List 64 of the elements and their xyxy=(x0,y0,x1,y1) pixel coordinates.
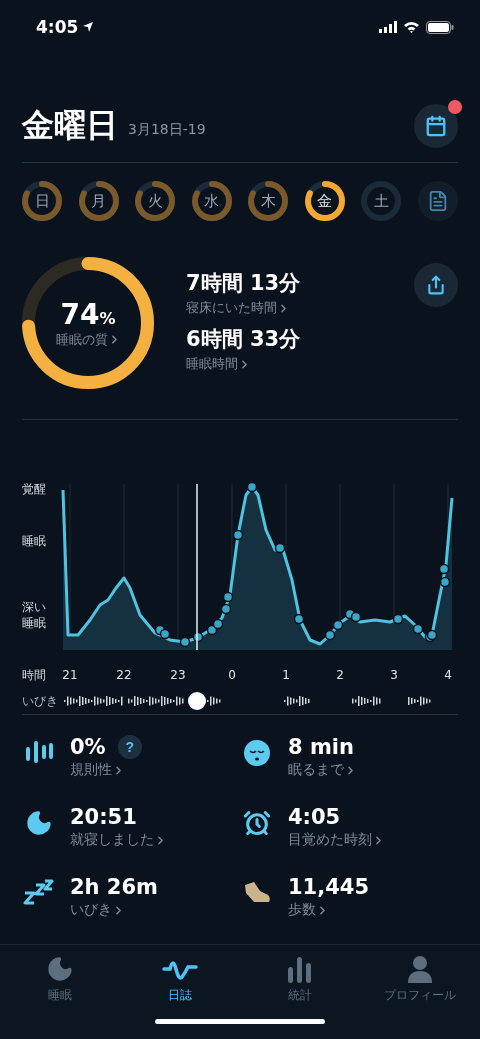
day-ring[interactable]: 火 xyxy=(135,181,176,221)
metric-link[interactable]: 眠るまで xyxy=(288,761,357,779)
quality-percent: 74% xyxy=(60,297,116,331)
y-axis-label: 睡眠 xyxy=(22,534,47,550)
hour-label: 3 xyxy=(390,668,398,682)
sleepy-face-icon xyxy=(243,739,271,767)
page-title: 金曜日 xyxy=(22,105,118,146)
bars-icon xyxy=(24,739,54,763)
playhead-handle[interactable] xyxy=(187,691,207,711)
snore-icon xyxy=(23,879,55,907)
moon-icon xyxy=(25,809,53,837)
metric-link[interactable]: 就寝しました xyxy=(70,831,167,849)
metric-value: 4:05 xyxy=(288,805,341,829)
tab[interactable]: 統計 xyxy=(240,945,360,1039)
metric-value: 11,445 xyxy=(288,875,370,899)
metric-value: 2h 26m xyxy=(70,875,158,899)
battery-icon xyxy=(426,20,454,34)
bar-chart-icon xyxy=(287,955,313,983)
person-icon xyxy=(407,955,433,983)
metric-link[interactable]: 歩数 xyxy=(288,901,329,919)
metric-value: 8 min xyxy=(288,735,354,759)
metric-link[interactable]: 目覚めた時刻 xyxy=(288,831,385,849)
report-button[interactable] xyxy=(417,181,458,221)
hour-label: 22 xyxy=(116,668,132,682)
share-button[interactable] xyxy=(414,263,458,307)
x-axis-label: 時間 xyxy=(22,666,46,684)
day-ring[interactable]: 木 xyxy=(248,181,289,221)
location-arrow-icon xyxy=(82,21,95,33)
metric-value: 0% xyxy=(70,735,106,759)
signal-icon xyxy=(379,21,397,33)
day-ring[interactable]: 日 xyxy=(22,181,62,221)
hour-label: 21 xyxy=(62,668,78,682)
stat-value: 6時間 33分 xyxy=(186,326,301,353)
hour-label: 23 xyxy=(170,668,186,682)
metric-link[interactable]: いびき xyxy=(70,901,125,919)
metric-link[interactable]: 規則性 xyxy=(70,761,125,779)
tab[interactable]: 睡眠 xyxy=(0,945,120,1039)
share-icon xyxy=(426,275,446,295)
quality-link[interactable]: 睡眠の質 xyxy=(55,330,121,349)
snore-label: いびき xyxy=(22,692,58,710)
day-ring[interactable]: 水 xyxy=(191,181,232,221)
hour-label: 4 xyxy=(444,668,452,682)
hour-label: 2 xyxy=(336,668,344,682)
date-range: 3月18日-19 xyxy=(128,121,206,139)
y-axis-label: 覚醒 xyxy=(22,482,47,498)
hour-label: 0 xyxy=(228,668,236,682)
tab[interactable]: 日誌 xyxy=(120,945,240,1039)
help-button[interactable]: ? xyxy=(117,735,142,759)
day-ring[interactable]: 金 xyxy=(304,181,345,221)
status-time: 4:05 xyxy=(36,17,79,37)
stat-value: 7時間 13分 xyxy=(186,270,301,297)
stat-link[interactable]: 睡眠時間 xyxy=(186,355,251,373)
day-ring[interactable]: 土 xyxy=(361,181,402,221)
day-ring[interactable]: 月 xyxy=(78,181,119,221)
tab[interactable]: プロフィール xyxy=(360,945,480,1039)
metric-value: 20:51 xyxy=(70,805,137,829)
moon-icon xyxy=(46,955,74,983)
hour-label: 1 xyxy=(282,668,290,682)
alarm-clock-icon xyxy=(243,809,271,837)
stat-link[interactable]: 寝床にいた時間 xyxy=(186,299,290,317)
shoe-icon xyxy=(242,879,272,905)
y-axis-label: 深い睡眠 xyxy=(22,600,47,632)
wifi-icon xyxy=(403,21,420,33)
calendar-icon xyxy=(425,115,447,137)
